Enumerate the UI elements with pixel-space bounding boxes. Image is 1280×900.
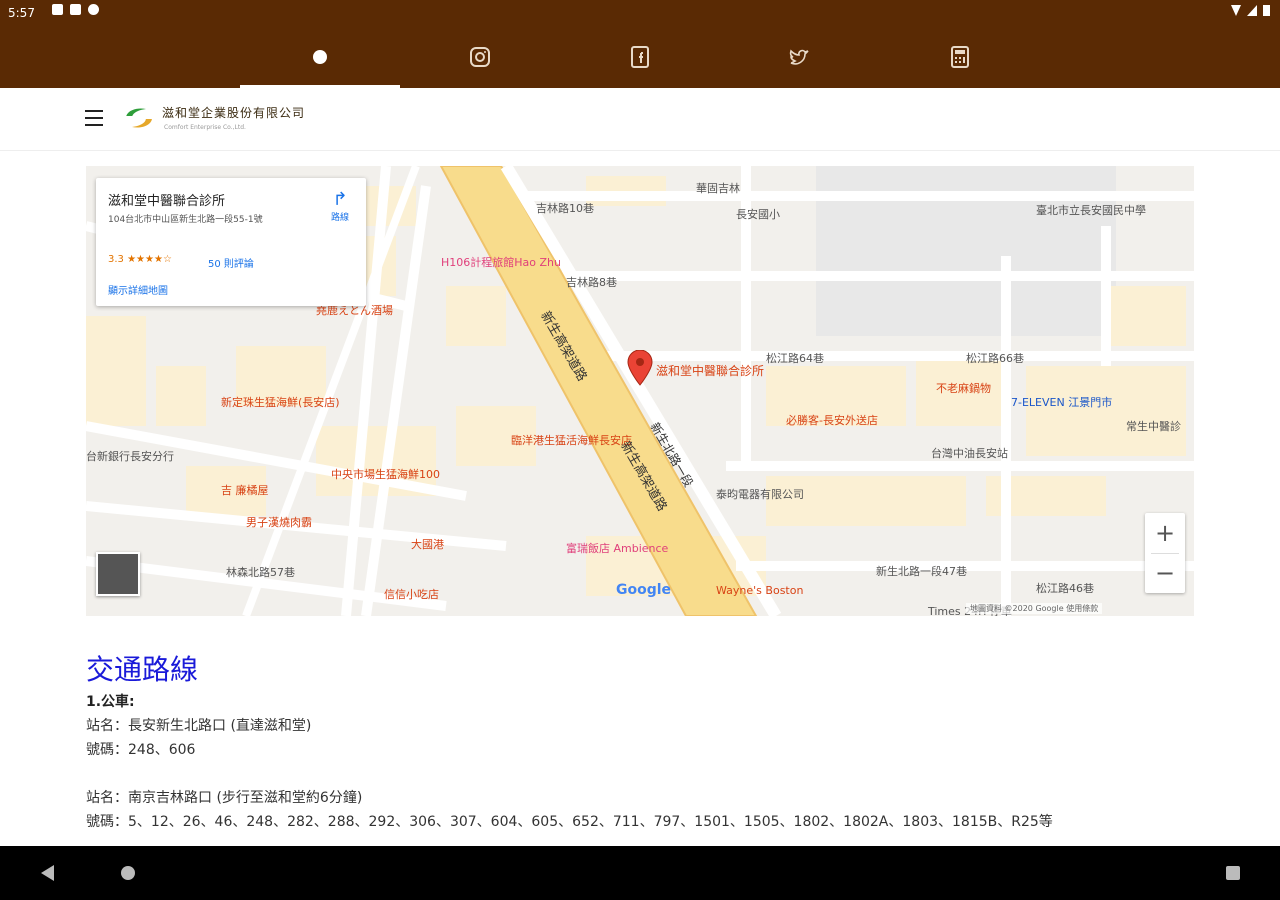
map-label: H106計程旅館Hao Zhu: [441, 256, 561, 269]
home-dot-icon: [313, 50, 327, 64]
map-label: Wayne's Boston: [716, 584, 804, 597]
status-time: 5:57: [8, 6, 35, 20]
site-logo[interactable]: 滋和堂企業股份有限公司 Comfort Enterprise Co.,Ltd.: [122, 98, 306, 140]
tab-instagram[interactable]: [400, 26, 560, 88]
back-icon[interactable]: [41, 865, 54, 881]
logo-subtext: Comfort Enterprise Co.,Ltd.: [164, 124, 246, 131]
transport-title: 交通路線: [86, 653, 199, 686]
tab-home[interactable]: [240, 26, 400, 88]
android-nav-bar: [0, 846, 1280, 900]
map-label: 泰昀電器有限公司: [716, 488, 804, 501]
tab-facebook[interactable]: [560, 26, 720, 88]
notification-icon: [88, 4, 99, 15]
map-label: 不老麻鍋物: [936, 382, 991, 395]
zoom-in-button[interactable]: +: [1145, 513, 1185, 553]
instagram-icon: [470, 47, 490, 67]
transport-section: 交通路線 1.公車: 站名：長安新生北路口 (直達滋和堂) 號碼：248、606…: [86, 650, 1196, 834]
map-label: 男子漢燒肉霸: [246, 516, 312, 529]
map-label: 松江路66巷: [966, 352, 1024, 365]
place-rating: 3.3 ★★★★☆: [108, 254, 172, 265]
system-icons: [1231, 5, 1270, 16]
home-icon[interactable]: [121, 866, 135, 880]
site-header: 滋和堂企業股份有限公司 Comfort Enterprise Co.,Ltd.: [0, 88, 1280, 151]
map-label: 台灣中油長安站: [931, 447, 1008, 460]
top-navigation: [0, 26, 1280, 88]
map-label: 吉林路10巷: [536, 202, 594, 215]
map-label: 新生北路一段47巷: [876, 565, 967, 578]
map-label: 新定珠生猛海鮮(長安店): [221, 396, 340, 409]
twitter-icon: [789, 49, 809, 65]
bus-routes-1: 號碼：248、606: [86, 742, 196, 758]
tab-calculator[interactable]: [880, 26, 1040, 88]
notification-icon: [70, 4, 81, 15]
wifi-icon: [1231, 5, 1241, 16]
logo-text: 滋和堂企業股份有限公司: [162, 106, 306, 120]
directions-icon: ↱: [332, 189, 348, 210]
map-label: 臺北市立長安國民中學: [1036, 204, 1146, 217]
satellite-toggle[interactable]: [96, 552, 140, 596]
map-label: 長安國小: [736, 208, 780, 221]
tab-twitter[interactable]: [720, 26, 880, 88]
view-larger-map-link[interactable]: 顯示詳細地圖: [108, 282, 168, 297]
map-label: 台新銀行長安分行: [86, 450, 174, 463]
zoom-divider: [1151, 553, 1179, 554]
notification-icon: [52, 4, 63, 15]
map-label: 林森北路57巷: [226, 566, 295, 579]
bus-routes-2: 號碼：5、12、26、46、248、282、288、292、306、307、60…: [86, 814, 1053, 830]
map-label: 7-ELEVEN 江景門市: [1011, 396, 1113, 409]
facebook-icon: [631, 46, 649, 68]
map-label: 富瑞飯店 Ambience: [566, 542, 669, 555]
map-label: 吉林路8巷: [566, 276, 617, 289]
map-label: 常生中醫診: [1126, 420, 1181, 433]
map-attribution[interactable]: 地圖資料 ©2020 Google 使用條款: [966, 603, 1103, 614]
map-label: 華固吉林: [696, 182, 740, 195]
menu-icon[interactable]: [85, 110, 103, 126]
directions-button[interactable]: ↱ 路線: [326, 189, 354, 224]
rating-value: 3.3: [108, 254, 124, 265]
recent-apps-icon[interactable]: [1226, 866, 1240, 880]
place-name: 滋和堂中醫聯合診所: [108, 194, 226, 209]
pin-label: 滋和堂中醫聯合診所: [656, 364, 765, 378]
place-address: 104台北市中山區新生北路一段55-1號: [108, 215, 263, 225]
notification-icons: [52, 4, 99, 15]
calculator-icon: [951, 46, 969, 68]
google-logo: Google: [616, 582, 672, 598]
map-label: 信信小吃店: [384, 588, 439, 601]
bus-stop-2: 站名：南京吉林路口 (步行至滋和堂約6分鐘): [86, 790, 363, 806]
map-pin-icon[interactable]: [627, 350, 653, 386]
map-label: 松江路64巷: [766, 352, 824, 365]
bus-heading: 1.公車:: [86, 694, 135, 710]
map-label: 臨洋港生猛活海鮮長安店: [511, 434, 632, 447]
logo-mark-icon: [124, 108, 154, 128]
zoom-controls: + −: [1145, 513, 1185, 593]
map-label: 松江路46巷: [1036, 582, 1094, 595]
status-bar: 5:57: [0, 0, 1280, 26]
signal-icon: [1247, 5, 1257, 16]
rating-stars: ★★★★☆: [127, 254, 172, 265]
map-label: 大國港: [411, 538, 444, 551]
map-label: 吉 廉橘屋: [221, 484, 269, 497]
map-label: 必勝客-長安外送店: [786, 414, 878, 427]
directions-label: 路線: [330, 213, 349, 223]
zoom-out-button[interactable]: −: [1145, 553, 1185, 593]
place-info-card: 滋和堂中醫聯合診所 104台北市中山區新生北路一段55-1號 ↱ 路線 3.3 …: [96, 178, 366, 306]
google-map[interactable]: 華固吉林 吉林路10巷 長安國小 臺北市立長安國民中學 H106計程旅館Hao …: [86, 166, 1194, 616]
battery-icon: [1263, 5, 1270, 16]
map-label: 中央市場生猛海鮮100: [331, 468, 440, 481]
reviews-link[interactable]: 50 則評論: [208, 255, 254, 270]
bus-stop-1: 站名：長安新生北路口 (直達滋和堂): [86, 718, 312, 734]
